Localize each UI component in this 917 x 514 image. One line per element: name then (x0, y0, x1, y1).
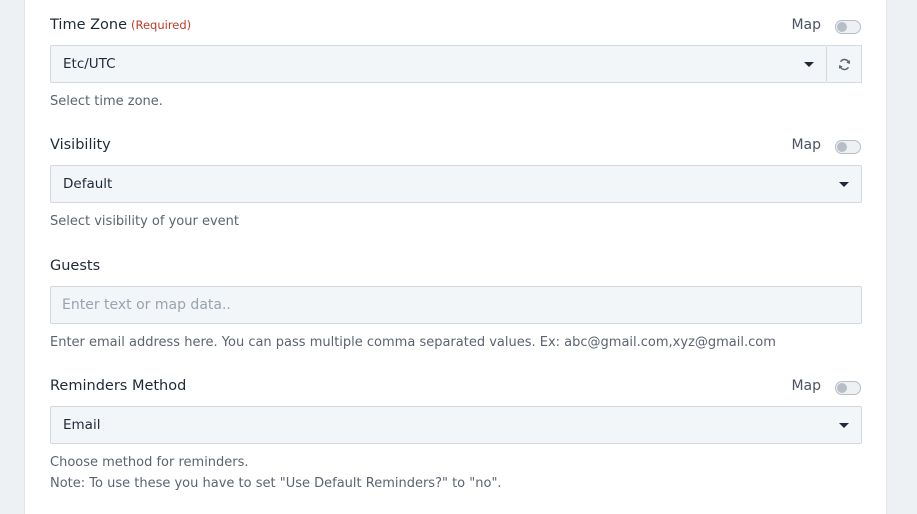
timezone-map-control: Map (791, 14, 861, 36)
required-indicator: (Required) (131, 18, 192, 32)
reminders-help-line-2: Note: To use these you have to set "Use … (50, 476, 502, 491)
timezone-map-label: Map (791, 17, 821, 33)
visibility-map-toggle[interactable] (835, 140, 861, 154)
caret-down-icon (839, 423, 849, 428)
reminders-map-label: Map (791, 378, 821, 394)
visibility-label-row: Visibility Map (50, 134, 862, 156)
reminders-select-row: Email (50, 406, 862, 444)
visibility-select-row: Default (50, 165, 862, 203)
reminders-field: Reminders Method Map Email Choose method… (50, 375, 862, 494)
timezone-field: Time Zone (Required) Map Etc/UTC Select t… (50, 14, 862, 112)
reminders-label-row: Reminders Method Map (50, 375, 862, 397)
form-panel: Time Zone (Required) Map Etc/UTC Select t… (24, 0, 887, 514)
caret-down-icon (839, 182, 849, 187)
toggle-knob (837, 22, 847, 32)
visibility-field: Visibility Map Default Select visibility… (50, 134, 862, 232)
visibility-help-text: Select visibility of your event (50, 214, 239, 229)
reminders-map-control: Map (791, 375, 861, 397)
visibility-map-control: Map (791, 134, 861, 156)
reminders-select[interactable]: Email (50, 406, 862, 444)
timezone-label: Time Zone (50, 17, 128, 33)
guests-field: Guests Enter email address here. You can… (50, 255, 862, 353)
timezone-help-text: Select time zone. (50, 94, 163, 109)
caret-down-icon (804, 62, 814, 67)
reminders-select-value: Email (63, 417, 101, 433)
guests-help-text: Enter email address here. You can pass m… (50, 335, 776, 350)
guests-label: Guests (50, 258, 101, 274)
toggle-knob (837, 383, 847, 393)
reminders-help-text: Choose method for reminders. Note: To us… (50, 452, 862, 494)
toggle-knob (837, 142, 847, 152)
timezone-label-row: Time Zone (Required) Map (50, 14, 862, 36)
refresh-button[interactable] (827, 45, 862, 83)
timezone-select[interactable]: Etc/UTC (50, 45, 827, 83)
refresh-icon (838, 58, 850, 70)
reminders-help-line-1: Choose method for reminders. (50, 455, 249, 470)
reminders-label: Reminders Method (50, 378, 187, 394)
timezone-select-value: Etc/UTC (63, 56, 116, 72)
guests-input[interactable] (50, 286, 862, 324)
visibility-label: Visibility (50, 137, 111, 153)
guests-label-row: Guests (50, 255, 862, 277)
timezone-select-row: Etc/UTC (50, 45, 862, 83)
reminders-map-toggle[interactable] (835, 381, 861, 395)
guests-input-row (50, 286, 862, 324)
visibility-select[interactable]: Default (50, 165, 862, 203)
visibility-select-value: Default (63, 176, 113, 192)
visibility-map-label: Map (791, 137, 821, 153)
timezone-map-toggle[interactable] (835, 20, 861, 34)
